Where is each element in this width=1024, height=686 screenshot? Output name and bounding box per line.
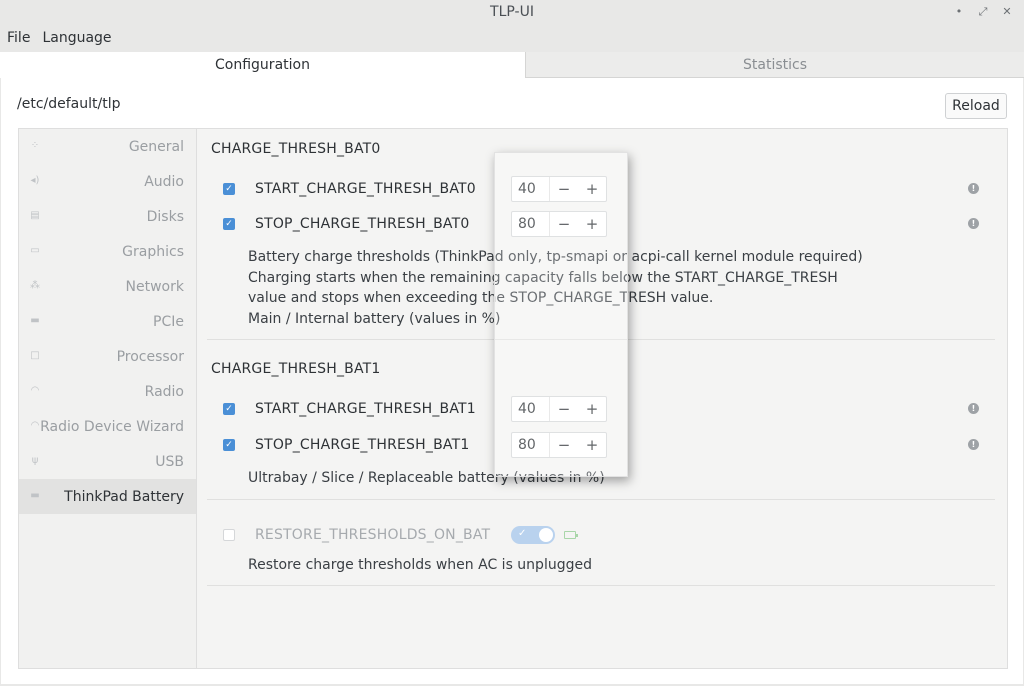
setting-row-start-bat0: ✓ START_CHARGE_THRESH_BAT0 40 − + ! bbox=[223, 176, 979, 202]
info-icon[interactable]: ! bbox=[968, 439, 979, 450]
sidebar-item-label: Radio bbox=[144, 383, 184, 400]
sidebar-item-graphics[interactable]: ▭ Graphics bbox=[19, 234, 196, 269]
stop-bat1-label: STOP_CHARGE_THRESH_BAT1 bbox=[255, 437, 470, 453]
sidebar-item-label: USB bbox=[155, 453, 184, 470]
sidebar-item-radio-device-wizard[interactable]: ◠ Radio Device Wizard bbox=[19, 409, 196, 444]
toggle-knob bbox=[539, 528, 553, 542]
maximize-icon[interactable]: ⤢ bbox=[974, 3, 992, 21]
network-icon: ⁂ bbox=[30, 280, 40, 291]
info-icon[interactable]: ! bbox=[968, 183, 979, 194]
floating-popup-frame bbox=[494, 152, 628, 477]
section-divider bbox=[207, 585, 995, 586]
setting-row-restore-thresholds: RESTORE_THRESHOLDS_ON_BAT ✓ bbox=[223, 522, 578, 548]
window-title: TLP-UI bbox=[490, 4, 534, 20]
section-divider bbox=[207, 499, 995, 500]
pci-card-icon: ▬ bbox=[30, 315, 40, 326]
tab-configuration[interactable]: Configuration bbox=[0, 52, 526, 78]
general-icon: ⁘ bbox=[30, 140, 40, 151]
restore-thresholds-checkbox[interactable] bbox=[223, 529, 235, 541]
sidebar-item-label: Network bbox=[125, 278, 184, 295]
stop-bat1-checkbox[interactable]: ✓ bbox=[223, 439, 235, 451]
check-icon: ✓ bbox=[518, 528, 527, 539]
start-bat1-checkbox[interactable]: ✓ bbox=[223, 403, 235, 415]
config-file-path: /etc/default/tlp bbox=[17, 96, 121, 112]
sidebar-item-thinkpad-battery[interactable]: ▬ ThinkPad Battery bbox=[19, 479, 196, 514]
sidebar-item-network[interactable]: ⁂ Network bbox=[19, 269, 196, 304]
sidebar-item-processor[interactable]: □ Processor bbox=[19, 339, 196, 374]
tab-statistics[interactable]: Statistics bbox=[526, 52, 1024, 78]
close-icon[interactable]: ✕ bbox=[998, 3, 1016, 21]
menu-language[interactable]: Language bbox=[42, 30, 111, 46]
section-heading-bat0: CHARGE_THRESH_BAT0 bbox=[211, 141, 381, 157]
sidebar-item-label: Processor bbox=[116, 348, 184, 365]
sidebar-item-radio[interactable]: ◠ Radio bbox=[19, 374, 196, 409]
restore-thresholds-toggle[interactable]: ✓ bbox=[511, 526, 555, 544]
sidebar-item-label: Audio bbox=[144, 173, 184, 190]
window-controls: • ⤢ ✕ bbox=[950, 0, 1016, 24]
setting-row-start-bat1: ✓ START_CHARGE_THRESH_BAT1 40 − + ! bbox=[223, 396, 979, 422]
sidebar-item-audio[interactable]: ◂) Audio bbox=[19, 164, 196, 199]
floating-popup-surface bbox=[495, 153, 627, 476]
sidebar: ⁘ General ◂) Audio ▤ Disks ▭ Graphics ⁂ Netwo… bbox=[18, 128, 197, 669]
reload-button[interactable]: Reload bbox=[945, 93, 1007, 119]
sidebar-item-label: Graphics bbox=[122, 243, 184, 260]
sidebar-item-pcie[interactable]: ▬ PCIe bbox=[19, 304, 196, 339]
menu-bar: File Language bbox=[0, 26, 1024, 50]
battery-status-icon bbox=[564, 531, 578, 539]
wifi-icon: ◠ bbox=[30, 385, 40, 396]
stop-bat0-checkbox[interactable]: ✓ bbox=[223, 218, 235, 230]
info-icon[interactable]: ! bbox=[968, 218, 979, 229]
restore-thresholds-description: Restore charge thresholds when AC is unp… bbox=[248, 557, 592, 573]
menu-file[interactable]: File bbox=[7, 30, 30, 46]
section-heading-bat1: CHARGE_THRESH_BAT1 bbox=[211, 361, 381, 377]
tab-bar: Configuration Statistics bbox=[0, 52, 1024, 78]
speaker-icon: ◂) bbox=[30, 175, 40, 186]
sidebar-item-label: PCIe bbox=[153, 313, 184, 330]
battery-icon: ▬ bbox=[30, 490, 40, 501]
start-bat1-label: START_CHARGE_THRESH_BAT1 bbox=[255, 401, 476, 417]
start-bat0-label: START_CHARGE_THRESH_BAT0 bbox=[255, 181, 476, 197]
sidebar-item-usb[interactable]: ψ USB bbox=[19, 444, 196, 479]
sidebar-item-disks[interactable]: ▤ Disks bbox=[19, 199, 196, 234]
sidebar-item-label: ThinkPad Battery bbox=[64, 488, 184, 505]
sidebar-item-label: Radio Device Wizard bbox=[40, 418, 184, 435]
setting-row-stop-bat0: ✓ STOP_CHARGE_THRESH_BAT0 80 − + ! bbox=[223, 211, 979, 237]
sidebar-item-general[interactable]: ⁘ General bbox=[19, 129, 196, 164]
cpu-icon: □ bbox=[30, 350, 40, 361]
info-icon[interactable]: ! bbox=[968, 403, 979, 414]
sidebar-item-label: Disks bbox=[146, 208, 184, 225]
stop-bat0-label: STOP_CHARGE_THRESH_BAT0 bbox=[255, 216, 470, 232]
title-bar: TLP-UI • ⤢ ✕ bbox=[0, 0, 1024, 26]
minimize-icon[interactable]: • bbox=[950, 3, 968, 21]
start-bat0-checkbox[interactable]: ✓ bbox=[223, 183, 235, 195]
disk-icon: ▤ bbox=[30, 210, 40, 221]
wifi-wizard-icon: ◠ bbox=[30, 420, 40, 431]
usb-icon: ψ bbox=[31, 455, 39, 466]
monitor-icon: ▭ bbox=[30, 245, 40, 256]
setting-row-stop-bat1: ✓ STOP_CHARGE_THRESH_BAT1 80 − + ! bbox=[223, 432, 979, 458]
sidebar-item-label: General bbox=[128, 138, 184, 155]
restore-thresholds-label: RESTORE_THRESHOLDS_ON_BAT bbox=[255, 527, 491, 543]
